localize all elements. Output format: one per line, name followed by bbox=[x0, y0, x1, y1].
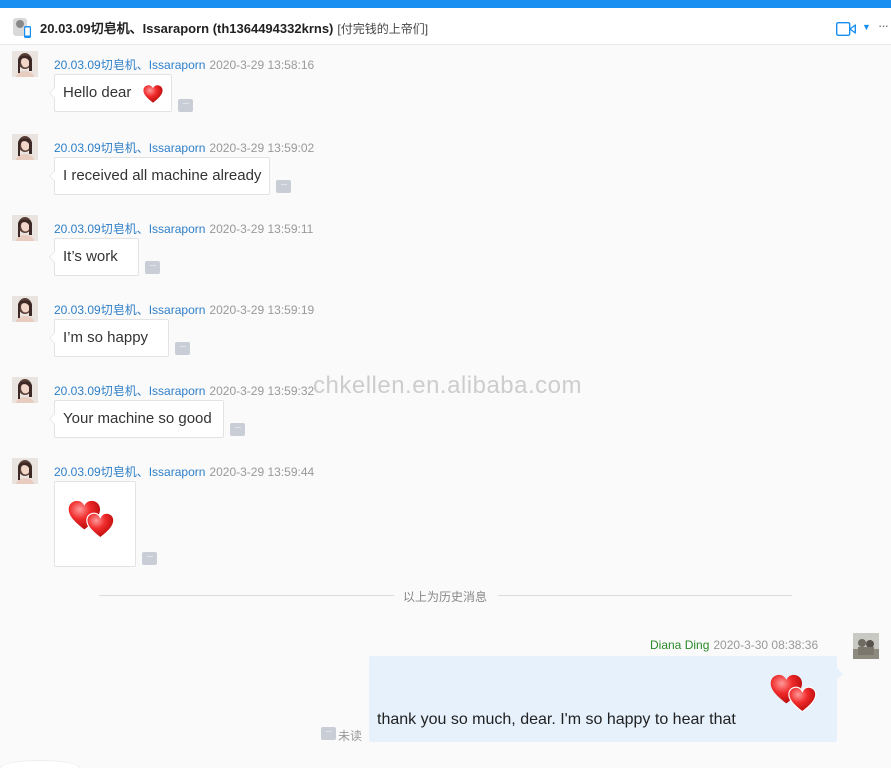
sender-name[interactable]: 20.03.09切皂机、Issaraporn bbox=[54, 465, 205, 479]
message-text: I’m so happy bbox=[63, 329, 149, 346]
message-bubble[interactable]: Hello dear bbox=[49, 74, 172, 112]
message-bubble[interactable]: I’m so happy bbox=[49, 319, 169, 357]
message-time: 2020-3-29 13:59:11 bbox=[209, 222, 314, 236]
heart-icon bbox=[143, 85, 163, 103]
top-accent-bar bbox=[0, 0, 891, 8]
my-sender-name: Diana Ding bbox=[650, 638, 710, 652]
avatar[interactable] bbox=[12, 296, 38, 322]
avatar[interactable] bbox=[12, 377, 38, 403]
my-message-meta: Diana Ding 2020-3-30 08:38:36 bbox=[650, 638, 818, 652]
message-meta: 20.03.09切皂机、Issaraporn 2020-3-29 13:59:11 bbox=[54, 220, 313, 237]
chat-header: 20.03.09切皂机、Issaraporn (th1364494332krns… bbox=[0, 8, 891, 45]
message-time: 2020-3-29 13:59:19 bbox=[209, 303, 315, 317]
image-message[interactable] bbox=[54, 481, 136, 567]
message-meta: 20.03.09切皂机、Issaraporn 2020-3-29 13:59:02 bbox=[54, 139, 314, 156]
history-divider-label: 以上为历史消息 bbox=[403, 590, 488, 604]
message-more-button[interactable]: ··· bbox=[178, 99, 193, 112]
sender-name[interactable]: 20.03.09切皂机、Issaraporn bbox=[54, 303, 205, 317]
sender-name[interactable]: 20.03.09切皂机、Issaraporn bbox=[54, 222, 205, 236]
message-more-button[interactable]: ··· bbox=[145, 261, 160, 274]
message-more-button[interactable]: ··· bbox=[321, 727, 336, 740]
message-time: 2020-3-29 13:58:16 bbox=[209, 58, 315, 72]
sender-name[interactable]: 20.03.09切皂机、Issaraporn bbox=[54, 384, 205, 398]
divider-line-left bbox=[99, 595, 394, 596]
message-time: 2020-3-29 13:59:02 bbox=[209, 141, 315, 155]
avatar[interactable] bbox=[12, 51, 38, 77]
message-text: It’s work bbox=[63, 248, 118, 265]
message-time: 2020-3-29 13:59:32 bbox=[209, 384, 315, 398]
message-bubble[interactable]: I received all machine already bbox=[49, 157, 270, 195]
avatar[interactable] bbox=[12, 458, 38, 484]
message-time: 2020-3-29 13:59:44 bbox=[209, 465, 315, 479]
my-message-bubble[interactable]: thank you so much, dear. I'm so happy to… bbox=[369, 656, 843, 742]
my-message-time: 2020-3-30 08:38:36 bbox=[713, 638, 819, 652]
message-text: Hello dear bbox=[63, 84, 132, 101]
message-text: Your machine so good bbox=[63, 410, 212, 427]
input-area-edge bbox=[0, 760, 80, 768]
sender-name[interactable]: 20.03.09切皂机、Issaraporn bbox=[54, 141, 205, 155]
message-meta: 20.03.09切皂机、Issaraporn 2020-3-29 13:58:16 bbox=[54, 56, 314, 73]
double-heart-sticker bbox=[770, 674, 817, 713]
my-message-text: thank you so much, dear. I'm so happy to… bbox=[377, 711, 736, 728]
message-text: I received all machine already bbox=[63, 167, 262, 184]
message-bubble[interactable]: It’s work bbox=[49, 238, 139, 276]
chevron-down-icon[interactable]: ▼ bbox=[862, 22, 871, 32]
avatar[interactable] bbox=[12, 215, 38, 241]
watermark: chkellen.en.alibaba.com bbox=[313, 372, 582, 399]
message-bubble[interactable]: Your machine so good bbox=[49, 400, 224, 438]
contact-mobile-icon bbox=[13, 18, 31, 38]
message-more-button[interactable]: ··· bbox=[276, 180, 291, 193]
sender-name[interactable]: 20.03.09切皂机、Issaraporn bbox=[54, 58, 205, 72]
divider-line-right bbox=[498, 595, 792, 596]
message-more-button[interactable]: ··· bbox=[142, 552, 157, 565]
avatar[interactable] bbox=[12, 134, 38, 160]
video-call-icon[interactable] bbox=[836, 22, 856, 36]
message-meta: 20.03.09切皂机、Issaraporn 2020-3-29 13:59:44 bbox=[54, 463, 314, 480]
message-more-button[interactable]: ··· bbox=[175, 342, 190, 355]
contact-group: [付完钱的上帝们] bbox=[337, 22, 429, 36]
chat-title: 20.03.09切皂机、Issaraporn (th1364494332krns… bbox=[40, 18, 428, 37]
message-meta: 20.03.09切皂机、Issaraporn 2020-3-29 13:59:32 bbox=[54, 382, 314, 399]
contact-name: 20.03.09切皂机、Issaraporn (th1364494332krns… bbox=[40, 21, 334, 36]
read-status: 未读 bbox=[338, 729, 363, 743]
double-heart-sticker bbox=[68, 500, 115, 539]
message-more-button[interactable]: ··· bbox=[230, 423, 245, 436]
more-options-icon[interactable]: ··· bbox=[878, 18, 889, 33]
my-avatar[interactable] bbox=[853, 633, 879, 659]
message-meta: 20.03.09切皂机、Issaraporn 2020-3-29 13:59:19 bbox=[54, 301, 314, 318]
